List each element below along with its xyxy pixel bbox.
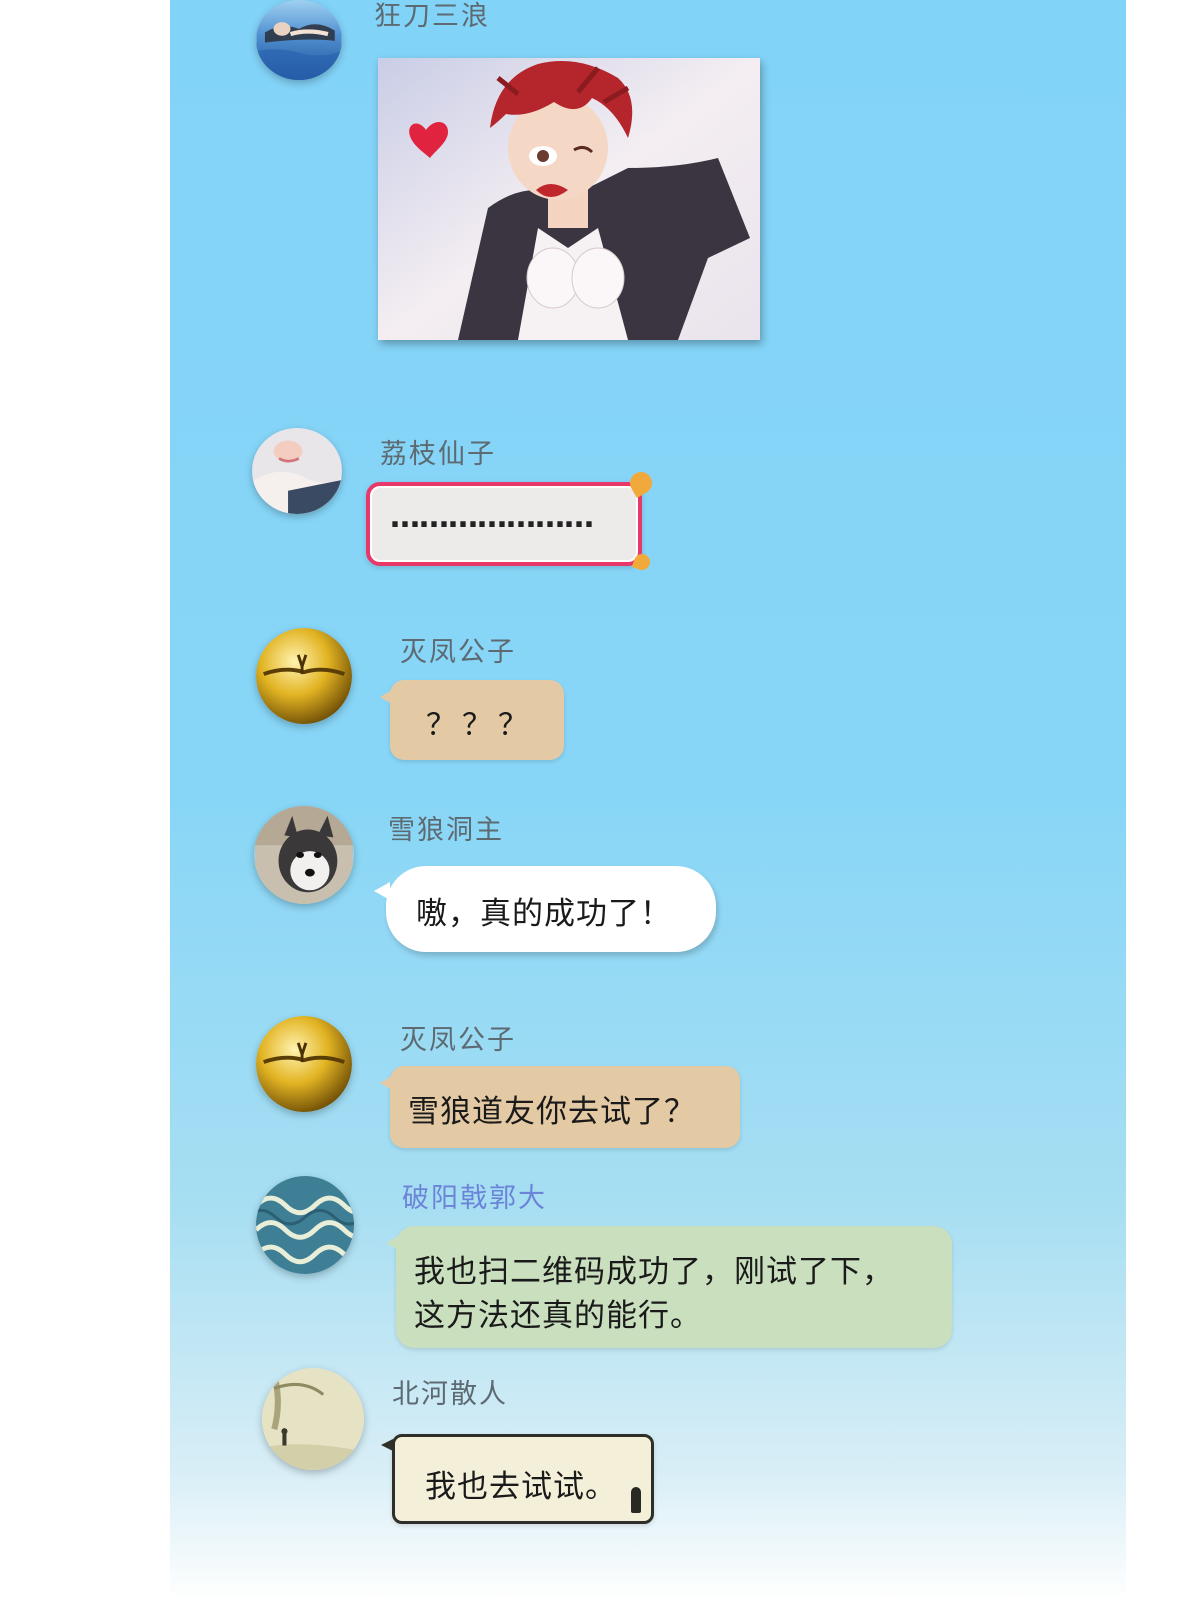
avatar[interactable]	[256, 628, 352, 724]
avatar[interactable]	[252, 428, 342, 514]
avatar[interactable]	[254, 806, 354, 904]
bubble-tail	[386, 1236, 398, 1250]
message-text: 雪狼道友你去试了？	[408, 1094, 696, 1130]
message-bubble[interactable]: 我也去试试。	[381, 1434, 654, 1524]
message-text: 我也去试试。	[425, 1469, 617, 1505]
message-bubble[interactable]: …………………	[366, 467, 657, 573]
message-text: 嗷，真的成功了！	[416, 896, 672, 932]
message-text: ？？？	[426, 708, 534, 743]
bubble-tail	[381, 1439, 393, 1451]
avatar[interactable]	[262, 1368, 364, 1470]
message-bubble[interactable]: 我也扫二维码成功了，刚试了下， 这方法还真的能行。	[386, 1226, 952, 1348]
sender-name: 荔枝仙子	[380, 439, 496, 470]
message-bubble[interactable]: 嗷，真的成功了！	[374, 866, 716, 952]
avatar[interactable]	[256, 0, 342, 80]
message-bubble[interactable]: 雪狼道友你去试了？	[380, 1066, 740, 1148]
ink-figure-icon	[631, 1487, 641, 1513]
sender-name: 灭凤公子	[400, 1025, 516, 1056]
sender-name: 破阳戟郭大	[402, 1183, 547, 1214]
chat-screen: 狂刀三浪 荔枝仙子 ………………… 灭凤公子 ？？？ 雪狼洞主 嗷，真的成功了！…	[170, 0, 1126, 1600]
image-message[interactable]	[378, 58, 760, 340]
avatar[interactable]	[256, 1176, 354, 1274]
red-haired-character-wink-icon	[378, 58, 760, 340]
golden-orb-icon	[256, 628, 352, 724]
message-text-line: 这方法还真的能行。	[414, 1298, 702, 1334]
flame-decoration-icon	[631, 551, 653, 573]
message-text-line: 我也扫二维码成功了，刚试了下，	[414, 1254, 894, 1290]
landscape-painting-icon	[262, 1368, 364, 1470]
sender-name: 灭凤公子	[400, 637, 516, 668]
message-bubble[interactable]: ？？？	[380, 680, 564, 760]
flame-decoration-icon	[625, 467, 657, 499]
bubble-tail	[380, 1076, 392, 1090]
woman-in-water-icon	[256, 0, 342, 80]
sender-name: 雪狼洞主	[388, 815, 504, 846]
bubble-tail	[380, 690, 392, 704]
golden-orb-icon	[256, 1016, 352, 1112]
wave-pattern-icon	[256, 1176, 354, 1274]
sender-name: 狂刀三浪	[374, 1, 490, 32]
avatar[interactable]	[256, 1016, 352, 1112]
husky-dog-icon	[255, 806, 353, 904]
woman-portrait-icon	[252, 428, 342, 514]
message-text: …………………	[390, 500, 594, 535]
bubble-tail	[374, 882, 390, 900]
sender-name: 北河散人	[392, 1379, 508, 1410]
